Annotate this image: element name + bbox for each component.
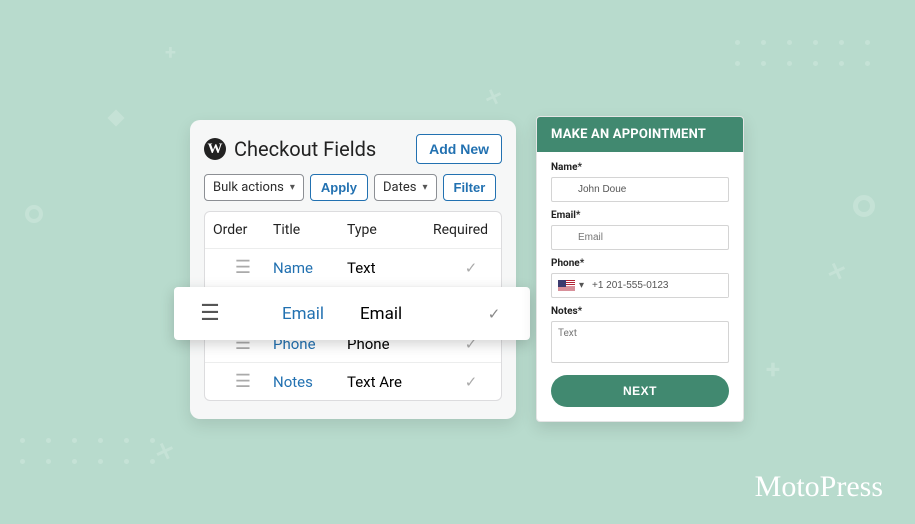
name-label: Name* [551, 162, 729, 173]
email-label: Email* [551, 210, 729, 221]
dates-label: Dates [383, 180, 416, 195]
check-icon: ✓ [458, 305, 530, 323]
brand-logo: MotoPress [755, 470, 883, 504]
form-header: MAKE AN APPOINTMENT [537, 117, 743, 152]
phone-label: Phone* [551, 258, 729, 269]
apply-button[interactable]: Apply [310, 174, 368, 201]
table-row[interactable]: ☰ Name Text ✓ [205, 248, 501, 286]
admin-panel: W Checkout Fields Add New Bulk actions ▾… [190, 120, 516, 419]
column-type: Type [347, 222, 433, 238]
decoration-dots [735, 40, 875, 66]
column-title: Title [273, 222, 347, 238]
check-icon: ✓ [433, 373, 509, 391]
table-row-highlighted[interactable]: ☰ Email Email ✓ [174, 287, 530, 340]
decoration-square [108, 110, 125, 127]
row-type: Text [347, 259, 433, 277]
decoration-plus: + [766, 355, 780, 385]
us-flag-icon[interactable] [558, 280, 575, 292]
add-new-button[interactable]: Add New [416, 134, 502, 164]
column-order: Order [213, 222, 273, 238]
name-field[interactable] [551, 177, 729, 202]
row-title-link[interactable]: Name [273, 259, 347, 277]
decoration-plus: + [165, 40, 176, 64]
appointment-form: MAKE AN APPOINTMENT Name* Email* Phone* [536, 116, 744, 422]
decoration-dots [20, 438, 160, 464]
column-required: Required [433, 222, 509, 238]
decoration-circle [853, 195, 875, 217]
notes-field[interactable] [551, 321, 729, 363]
row-type: Email [360, 304, 458, 324]
bulk-actions-select[interactable]: Bulk actions ▾ [204, 174, 304, 201]
decoration-x: ✕ [481, 83, 505, 111]
email-field[interactable] [551, 225, 729, 250]
notes-label: Notes* [551, 306, 729, 317]
decoration-circle [25, 205, 43, 223]
decoration-x: ✕ [823, 258, 849, 288]
row-title-link[interactable]: Email [246, 304, 360, 324]
drag-handle-icon[interactable]: ☰ [174, 301, 246, 326]
chevron-down-icon[interactable]: ▾ [579, 280, 584, 291]
row-title-link[interactable]: Notes [273, 373, 347, 391]
row-type: Text Are [347, 373, 433, 391]
drag-handle-icon[interactable]: ☰ [213, 257, 273, 278]
dates-select[interactable]: Dates ▾ [374, 174, 437, 201]
table-row[interactable]: ☰ Notes Text Are ✓ [205, 362, 501, 400]
check-icon: ✓ [433, 259, 509, 277]
filter-button[interactable]: Filter [443, 174, 497, 201]
phone-field[interactable]: ▾ [551, 273, 729, 298]
chevron-down-icon: ▾ [422, 182, 427, 193]
bulk-actions-label: Bulk actions [213, 180, 284, 195]
next-button[interactable]: NEXT [551, 375, 729, 407]
phone-input[interactable] [588, 274, 728, 297]
chevron-down-icon: ▾ [290, 182, 295, 193]
wordpress-logo-icon: W [204, 138, 226, 160]
page-title: Checkout Fields [234, 137, 376, 161]
drag-handle-icon[interactable]: ☰ [213, 371, 273, 392]
